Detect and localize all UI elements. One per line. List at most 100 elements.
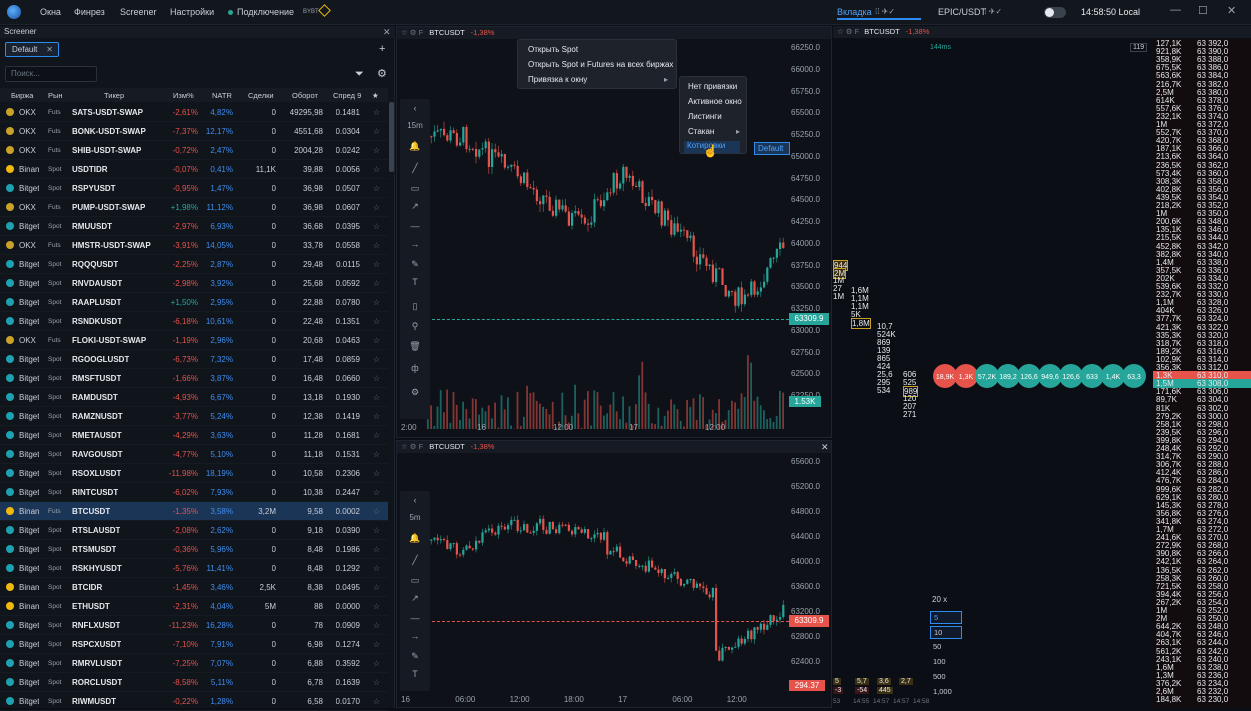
table-row[interactable]: Bitget Spot RAVGOUSDT -4,77% 5,10% 0 11,… <box>0 445 388 464</box>
table-row[interactable]: Bitget Spot RNVDAUSDT -2,98% 3,92% 0 25,… <box>0 274 388 293</box>
table-row[interactable]: OKX Futs SHIB-USDT-SWAP -0,72% 2,47% 0 2… <box>0 141 388 160</box>
table-row[interactable]: Bitget Spot RIWMUSDT -0,22% 1,28% 0 6,58… <box>0 692 388 711</box>
col-natr[interactable]: NATR <box>212 91 232 100</box>
close-icon[interactable]: ✕ <box>46 43 53 56</box>
star-icon[interactable]: ☆ <box>373 165 380 174</box>
table-row[interactable]: OKX Futs PUMP-USDT-SWAP +1,98% 11,12% 0 … <box>0 198 388 217</box>
hline-tool-icon[interactable]: — <box>400 221 430 231</box>
star-icon[interactable]: ☆ <box>373 602 380 611</box>
close-icon[interactable]: ✕ <box>821 442 829 453</box>
table-row[interactable]: OKX Futs HMSTR-USDT-SWAP -3,91% 14,05% 0… <box>0 236 388 255</box>
table-row[interactable]: Bitget Spot RMSFTUSDT -1,66% 3,87% 0 16,… <box>0 369 388 388</box>
search-input[interactable]: Поиск... <box>5 66 97 82</box>
col-spread[interactable]: Спред 9 <box>333 91 361 100</box>
table-row[interactable]: Bitget Spot RMUUSDT -2,97% 6,93% 0 36,68… <box>0 217 388 236</box>
close-icon[interactable]: ✕ <box>1227 4 1236 17</box>
menu-settings[interactable]: Настройки <box>170 7 214 17</box>
tab-epic[interactable]: EPIC/USDT <box>938 7 986 17</box>
menu-open-spot[interactable]: Открыть Spot <box>528 45 578 54</box>
star-icon[interactable]: ☆ <box>373 431 380 440</box>
size-option[interactable]: 50 <box>930 641 962 654</box>
table-row[interactable]: Binance Spot ETHUSDT -2,31% 4,04% 5M 88 … <box>0 597 388 616</box>
star-icon[interactable]: ☆ <box>373 393 380 402</box>
star-icon[interactable]: ☆ <box>373 146 380 155</box>
star-icon[interactable]: ☆ <box>373 583 380 592</box>
timeframe-button[interactable]: 5m <box>400 513 430 522</box>
table-row[interactable]: OKX Futs FLOKI-USDT-SWAP -1,19% 2,96% 0 … <box>0 331 388 350</box>
table-row[interactable]: Bitget Spot RINTCUSDT -6,02% 7,93% 0 10,… <box>0 483 388 502</box>
star-icon[interactable]: ☆ <box>373 526 380 535</box>
alert-icon[interactable]: 🔔 <box>400 141 430 152</box>
menu-open-all[interactable]: Открыть Spot и Futures на всех биржах <box>528 60 673 69</box>
table-row[interactable]: Bitget Spot RGOOGLUSDT -6,73% 7,32% 0 17… <box>0 350 388 369</box>
col-exchange[interactable]: Биржа <box>11 91 33 100</box>
star-icon[interactable]: ☆ <box>373 241 380 250</box>
col-deals[interactable]: Сделки <box>248 91 274 100</box>
pencil-tool-icon[interactable]: ✎ <box>400 259 430 270</box>
rectangle-tool-icon[interactable]: ▭ <box>400 575 430 586</box>
dom-level[interactable]: 184,8K63 230,0 <box>1153 695 1251 704</box>
menu-listings[interactable]: Листинги <box>688 112 722 121</box>
hline-tool-icon[interactable]: — <box>400 613 430 623</box>
timeframe-button[interactable]: 15m <box>400 121 430 130</box>
text-tool-icon[interactable]: T <box>400 277 430 287</box>
indicator-icon[interactable]: ф <box>400 363 430 373</box>
star-icon[interactable]: ☆ <box>373 697 380 706</box>
collapse-icon[interactable]: ‹ <box>400 495 430 505</box>
connection-label[interactable]: Подключение <box>237 7 294 17</box>
settings-icon[interactable]: ⚙ <box>400 387 430 398</box>
star-icon[interactable]: ☆ <box>373 127 380 136</box>
table-row[interactable]: Bitget Spot RAMZNUSDT -3,77% 5,24% 0 12,… <box>0 407 388 426</box>
star-icon[interactable]: ☆ <box>373 374 380 383</box>
size-option[interactable]: 100 <box>930 656 962 669</box>
col-turnover[interactable]: Оборот <box>292 91 318 100</box>
star-icon[interactable]: ☆ <box>373 355 380 364</box>
chart-top[interactable]: ☆ ⚙ F BTCUSDT -1,38% 66250.066000.065750… <box>396 26 832 438</box>
table-row[interactable]: Bitget Spot RSOXLUSDT -11,98% 18,19% 0 1… <box>0 464 388 483</box>
table-row[interactable]: OKX Futs BONK-USDT-SWAP -7,37% 12,17% 0 … <box>0 122 388 141</box>
arrow-tool-icon[interactable]: ↗ <box>400 201 430 212</box>
close-icon[interactable]: ✕ <box>383 27 391 38</box>
star-icon[interactable]: ☆ <box>373 678 380 687</box>
table-row[interactable]: Bitget Spot RNFLXUSDT -11,23% 16,28% 0 7… <box>0 616 388 635</box>
star-icon[interactable]: ☆ <box>373 279 380 288</box>
minimize-icon[interactable]: — <box>1170 4 1181 16</box>
star-icon[interactable]: ☆ <box>373 336 380 345</box>
alert-icon[interactable]: 🔔 <box>400 533 430 544</box>
star-icon[interactable]: ☆ <box>373 469 380 478</box>
table-row[interactable]: Binance Spot BTCIDR -1,45% 3,46% 2,5K 8,… <box>0 578 388 597</box>
scrollbar[interactable] <box>389 102 394 172</box>
magnet-icon[interactable]: ⚲ <box>400 321 430 332</box>
menu-no-binding[interactable]: Нет привязки <box>688 82 737 91</box>
col-ticker[interactable]: Тикер <box>104 91 124 100</box>
menu-screener[interactable]: Screener <box>120 7 157 17</box>
star-icon[interactable]: ☆ <box>373 640 380 649</box>
star-icon[interactable]: ☆ <box>373 317 380 326</box>
table-row[interactable]: Bitget Spot RSNDKUSDT -6,18% 10,61% 0 22… <box>0 312 388 331</box>
star-icon[interactable]: ☆ <box>373 659 380 668</box>
chart-bottom[interactable]: ☆ ⚙ F BTCUSDT -1,38% ✕ 65600.065200.0648… <box>396 440 832 708</box>
star-icon[interactable]: ☆ <box>373 108 380 117</box>
table-row[interactable]: Bitget Spot RMETAUSDT -4,29% 3,63% 0 11,… <box>0 426 388 445</box>
line-tool-icon[interactable]: ╱ <box>400 555 430 566</box>
gear-icon[interactable]: ⚙ <box>377 67 387 80</box>
line-tool-icon[interactable]: ╱ <box>400 163 430 174</box>
tab-vkladka[interactable]: Вкладка ⁞⁞ ✈✓ <box>837 4 921 20</box>
collapse-icon[interactable]: ‹ <box>400 103 430 113</box>
theme-toggle[interactable] <box>1044 7 1066 18</box>
table-row[interactable]: Bitget Spot RMRVLUSDT -7,25% 7,07% 0 6,8… <box>0 654 388 673</box>
table-row[interactable]: Bitget Spot RSPCXUSDT -7,10% 7,91% 0 6,9… <box>0 635 388 654</box>
menu-bind-window[interactable]: Привязка к окну <box>528 75 587 84</box>
ruler-tool-icon[interactable]: ▯ <box>400 301 430 312</box>
menu-finres[interactable]: Финрез <box>74 7 105 17</box>
table-row[interactable]: Bitget Spot RAMDUSDT -4,93% 6,67% 0 13,1… <box>0 388 388 407</box>
menu-default-option[interactable]: Default <box>754 142 790 155</box>
table-row[interactable]: Bitget Spot RTSMUSDT -0,36% 5,96% 0 8,48… <box>0 540 388 559</box>
star-icon[interactable]: ☆ <box>373 184 380 193</box>
size-option[interactable]: 10 <box>930 626 962 639</box>
text-tool-icon[interactable]: T <box>400 669 430 679</box>
col-change[interactable]: Изм% <box>173 91 194 100</box>
table-row[interactable]: Bitget Spot RAAPLUSDT +1,50% 2,95% 0 22,… <box>0 293 388 312</box>
add-tab-icon[interactable]: + <box>379 43 385 55</box>
pencil-tool-icon[interactable]: ✎ <box>400 651 430 662</box>
